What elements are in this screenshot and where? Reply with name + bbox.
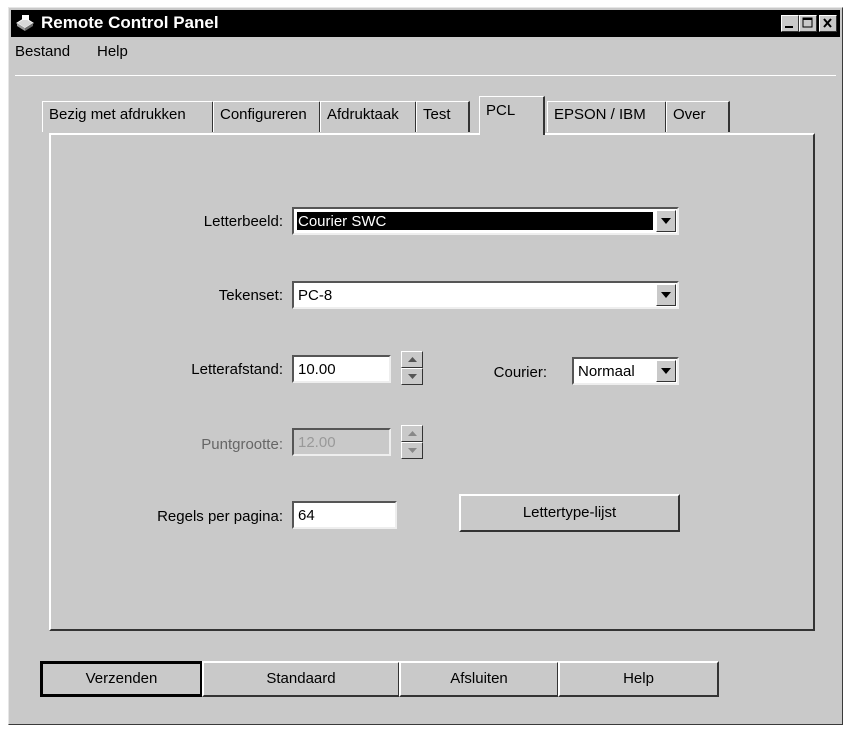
chevron-down-icon — [661, 368, 671, 374]
minimize-button[interactable] — [781, 15, 799, 32]
letterbeeld-label: Letterbeeld: — [203, 213, 283, 230]
letterbeeld-dropdown[interactable]: Courier SWC — [292, 207, 679, 235]
tab-test[interactable]: Test — [416, 101, 470, 132]
puntgrootte-label: Puntgrootte: — [201, 436, 283, 453]
remote-control-panel-window: Remote Control Panel Bestand Help Bezig … — [8, 7, 843, 725]
regels-per-pagina-label: Regels per pagina: — [157, 508, 283, 525]
spin-up-button[interactable] — [401, 351, 423, 368]
courier-dropdown[interactable]: Normaal — [572, 357, 679, 385]
printer-app-icon — [16, 15, 34, 31]
letterafstand-spinner[interactable] — [401, 351, 423, 385]
spin-up-icon — [408, 357, 417, 362]
title-bar: Remote Control Panel — [11, 10, 840, 37]
tab-configureren[interactable]: Configureren — [213, 101, 321, 132]
spin-up-button — [401, 425, 423, 442]
tab-afdruktaak[interactable]: Afdruktaak — [320, 101, 417, 132]
spin-down-button — [401, 442, 423, 459]
spin-up-icon — [408, 431, 417, 436]
courier-label: Courier: — [493, 364, 547, 381]
verzenden-label: Verzenden — [85, 670, 158, 687]
tekenset-label: Tekenset: — [218, 287, 283, 304]
spin-down-button[interactable] — [401, 368, 423, 385]
letterafstand-value: 10.00 — [298, 361, 336, 378]
maximize-button[interactable] — [799, 15, 817, 32]
regels-per-pagina-input[interactable]: 64 — [292, 501, 397, 529]
afsluiten-button[interactable]: Afsluiten — [399, 661, 559, 697]
menu-bar: Bestand Help — [11, 39, 840, 65]
minimize-icon — [785, 26, 793, 28]
tab-over[interactable]: Over — [666, 101, 730, 132]
letterbeeld-dropdown-button[interactable] — [656, 210, 676, 232]
spin-down-icon — [408, 448, 417, 453]
chevron-down-icon — [661, 292, 671, 298]
tekenset-dropdown[interactable]: PC-8 — [292, 281, 679, 309]
chevron-down-icon — [661, 218, 671, 224]
courier-dropdown-button[interactable] — [656, 360, 676, 382]
tab-pcl[interactable]: PCL — [479, 96, 545, 135]
standaard-label: Standaard — [266, 670, 336, 687]
help-label: Help — [623, 670, 654, 687]
menu-bestand[interactable]: Bestand — [15, 43, 70, 60]
window-title: Remote Control Panel — [41, 13, 219, 32]
tekenset-dropdown-button[interactable] — [656, 284, 676, 306]
standaard-button[interactable]: Standaard — [202, 661, 400, 697]
verzenden-button[interactable]: Verzenden — [40, 661, 203, 697]
help-button[interactable]: Help — [558, 661, 719, 697]
close-button[interactable] — [819, 15, 837, 32]
maximize-icon — [802, 17, 813, 28]
afsluiten-label: Afsluiten — [450, 670, 508, 687]
puntgrootte-input: 12.00 — [292, 428, 391, 456]
letterafstand-input[interactable]: 10.00 — [292, 355, 391, 383]
letterafstand-label: Letterafstand: — [191, 361, 283, 378]
tab-epson-ibm[interactable]: EPSON / IBM — [547, 101, 667, 132]
tab-bezig-met-afdrukken[interactable]: Bezig met afdrukken — [42, 101, 214, 132]
courier-value: Normaal — [578, 363, 635, 380]
lettertype-lijst-label: Lettertype-lijst — [522, 504, 617, 521]
spin-down-icon — [408, 374, 417, 379]
lettertype-lijst-button[interactable]: Lettertype-lijst — [459, 494, 680, 532]
puntgrootte-spinner — [401, 425, 423, 459]
menu-divider — [15, 75, 836, 76]
menu-help[interactable]: Help — [97, 43, 128, 60]
close-icon — [823, 18, 832, 28]
pcl-tab-panel: Letterbeeld: Courier SWC Tekenset: PC-8 … — [49, 133, 815, 631]
puntgrootte-value: 12.00 — [298, 434, 336, 451]
tekenset-value: PC-8 — [298, 287, 333, 304]
letterbeeld-value: Courier SWC — [298, 213, 387, 230]
regels-per-pagina-value: 64 — [298, 507, 315, 524]
